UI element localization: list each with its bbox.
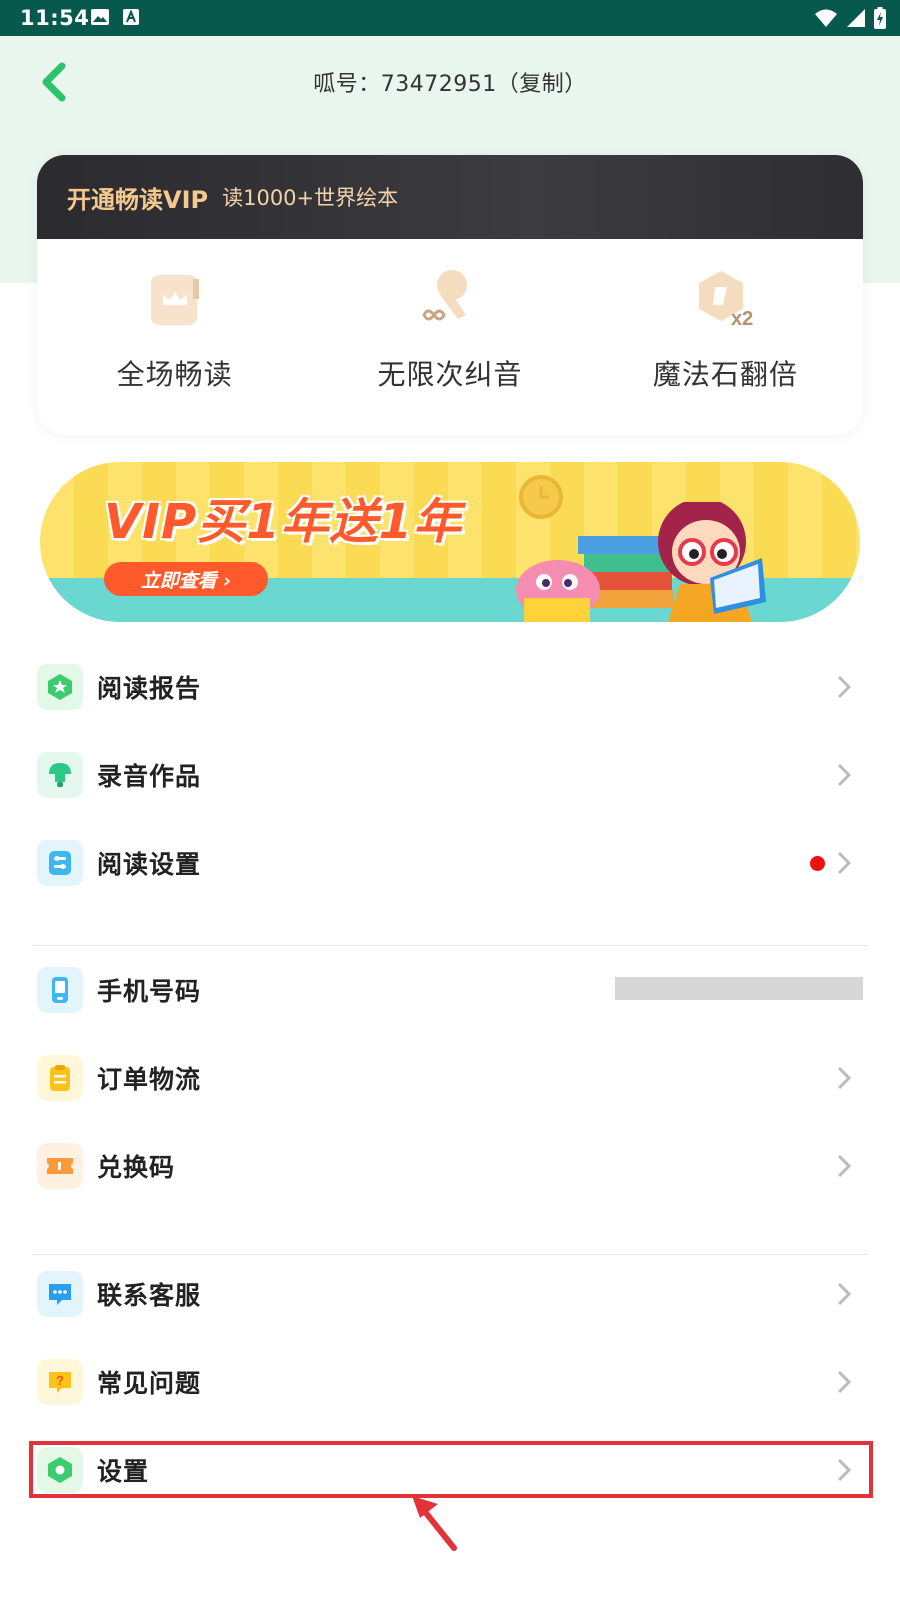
chevron-right-icon: [837, 1370, 851, 1394]
menu-item-label: 常见问题: [97, 1369, 202, 1398]
status-bar: 11:54: [0, 0, 900, 36]
banner-title: VIP买1年送1年: [104, 494, 462, 550]
benefit-label: 魔法石翻倍: [652, 358, 798, 391]
magic-stone-x2-icon: x2: [699, 271, 754, 330]
a-icon: [123, 9, 139, 25]
menu-item-label: 阅读设置: [97, 850, 202, 879]
menu-item-reading-report[interactable]: 阅读报告: [37, 657, 863, 717]
phone-number-redacted: [615, 977, 863, 1000]
menu-item-recordings[interactable]: 录音作品: [37, 745, 863, 805]
benefit-double-magic-stone[interactable]: x2 魔法石翻倍: [588, 239, 863, 435]
menu-item-label: 阅读报告: [97, 674, 202, 703]
reading-settings-icon: [37, 840, 83, 886]
vip-title: 开通畅读VIP: [67, 185, 209, 214]
notification-dot: [810, 856, 825, 871]
menu-item-label: 订单物流: [97, 1065, 202, 1094]
pointer-arrow-icon: [412, 1496, 457, 1551]
benefit-label: 无限次纠音: [377, 358, 523, 391]
benefit-unlimited-reading[interactable]: 全场畅读: [37, 239, 312, 435]
vip-card: 开通畅读VIP 读1000+世界绘本 全场畅读 无限次纠音 x2 魔法石翻倍: [37, 155, 863, 435]
microphone-infinity-icon: [422, 270, 467, 321]
menu-item-redeem-code[interactable]: 兑换码: [37, 1136, 863, 1196]
banner-view-button[interactable]: 立即查看 ›: [104, 562, 268, 596]
phone-icon: [37, 967, 83, 1013]
benefit-unlimited-correction[interactable]: 无限次纠音: [312, 239, 587, 435]
reading-report-icon: [37, 664, 83, 710]
reading-girl-illustration: [516, 502, 766, 622]
menu-item-faq[interactable]: ? 常见问题: [37, 1352, 863, 1412]
question-icon: ?: [37, 1359, 83, 1405]
chevron-right-icon: [837, 851, 851, 875]
menu-item-label: 手机号码: [97, 977, 202, 1006]
menu-item-reading-settings[interactable]: 阅读设置: [37, 833, 863, 893]
image-icon: [91, 9, 109, 25]
crown-book-icon: [150, 275, 199, 325]
svg-text:?: ?: [56, 1373, 64, 1388]
status-icons: [814, 7, 886, 29]
vip-subtitle: 读1000+世界绘本: [222, 186, 399, 210]
menu-item-label: 联系客服: [97, 1281, 202, 1310]
microphone-icon: [37, 752, 83, 798]
chevron-right-icon: [837, 1282, 851, 1306]
chevron-right-icon: [837, 1154, 851, 1178]
chevron-right-icon: [837, 1066, 851, 1090]
menu-item-label: 录音作品: [97, 762, 202, 791]
chevron-right-icon: [837, 763, 851, 787]
vip-promo-banner[interactable]: VIP买1年送1年 立即查看 ›: [40, 462, 860, 622]
order-clipboard-icon: [37, 1055, 83, 1101]
menu-item-order-logistics[interactable]: 订单物流: [37, 1048, 863, 1108]
vip-upgrade-header[interactable]: 开通畅读VIP 读1000+世界绘本: [37, 155, 863, 239]
section-divider: [33, 945, 869, 946]
battery-icon: [874, 7, 886, 29]
menu-item-phone-number[interactable]: 手机号码: [37, 960, 863, 1020]
menu-item-customer-service[interactable]: 联系客服: [37, 1264, 863, 1324]
wifi-icon: [815, 9, 837, 27]
benefit-label: 全场畅读: [116, 358, 233, 391]
x2-badge: x2: [731, 308, 753, 330]
chevron-right-icon: [837, 675, 851, 699]
account-id-copy[interactable]: 呱号：73472951（复制）: [0, 66, 900, 98]
ticket-icon: [37, 1143, 83, 1189]
status-time: 11:54: [20, 6, 90, 30]
signal-icon: [847, 9, 865, 27]
chat-bubble-icon: [37, 1271, 83, 1317]
menu-item-label: 兑换码: [97, 1153, 176, 1182]
vip-benefits: 全场畅读 无限次纠音 x2 魔法石翻倍: [37, 239, 863, 435]
section-divider: [33, 1254, 869, 1255]
